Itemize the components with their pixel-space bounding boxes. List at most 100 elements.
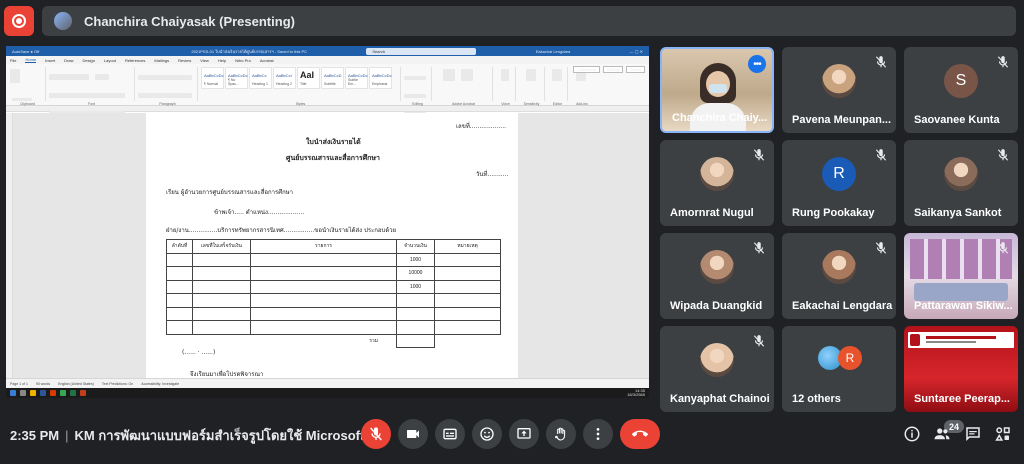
word-tab: Review	[178, 57, 192, 63]
present-icon	[517, 428, 531, 439]
participant-name: Eakachai Lengdara	[792, 300, 893, 312]
windows-start-icon	[10, 390, 16, 396]
participant-name: Saikanya Sankot	[914, 207, 1002, 219]
emoji-icon	[480, 427, 494, 441]
participant-tile[interactable]: Kanyaphat Chainoi	[660, 326, 774, 412]
word-style-item: AaBbCcI Heading 2	[273, 67, 296, 89]
doc-sender: ข้าพเจ้า..... ตำแหน่ง...................	[214, 209, 305, 216]
word-document-area: เลขที่................... ใบนำส่งเงินราย…	[6, 113, 649, 388]
participant-tile[interactable]: Amornrat Nugul	[660, 140, 774, 226]
participant-tile[interactable]: Pattarawan Sikiw...	[904, 233, 1018, 319]
taskbar-chrome-icon	[60, 390, 66, 396]
chat-icon[interactable]	[964, 425, 982, 443]
word-tab: Nitro Pro	[235, 57, 251, 63]
doc-number: เลขที่...................	[456, 123, 507, 130]
presenter-bar: Chanchira Chaiyasak (Presenting)	[42, 6, 1016, 36]
word-status-item: English (United States)	[58, 381, 94, 386]
captions-button[interactable]	[435, 419, 465, 449]
word-ribbon: Clipboard Font Paragraph AaBbCcDc ¶ Norma…	[6, 64, 649, 116]
word-statusbar: Page 1 of 1 90 words English (United State…	[6, 378, 649, 388]
participant-name: Rung Pookakay	[792, 207, 875, 219]
camera-toggle-button[interactable]	[398, 419, 428, 449]
activities-icon[interactable]	[994, 425, 1012, 443]
word-style-item: AaBbCcD Subtitle	[321, 67, 344, 89]
participant-tile[interactable]: R Rung Pookakay	[782, 140, 896, 226]
shared-screen: AutoSave ● Off 2021PSS-01 ใบนำส่งเงินราย…	[6, 46, 649, 398]
word-share-button: Share	[626, 66, 645, 73]
ribbon-group-editing: Editing	[404, 67, 432, 116]
presenter-name: Chanchira Chaiyasak (Presenting)	[84, 13, 295, 29]
participant-tile[interactable]: Saikanya Sankot	[904, 140, 1018, 226]
ribbon-group-styles: AaBbCcDc ¶ Normal AaBbCcDc ¶ No Spac... AaBb…	[201, 67, 401, 106]
participant-avatar	[822, 250, 856, 284]
table-row: 10000	[166, 266, 501, 281]
meeting-title: KM การพัฒนาแบบฟอร์มสำเร็จรูปโดยใช้ Micro…	[74, 428, 379, 443]
doc-addressee: เรียน ผู้อำนวยการศูนย์บรรณสารและสื่อการศ…	[166, 189, 294, 196]
doc-department: ฝ่าย/งาน...............บริการทรัพยากรสาร…	[166, 227, 397, 234]
word-titlebar: AutoSave ● Off 2021PSS-01 ใบนำส่งเงินราย…	[6, 46, 649, 56]
doc-title: ใบนำส่งเงินรายได้	[306, 138, 361, 146]
document-page: เลขที่................... ใบนำส่งเงินราย…	[146, 113, 518, 388]
participant-tile[interactable]: ••• Chanchira Chaiy...	[660, 47, 774, 133]
participant-tile[interactable]: Wipada Duangkid	[660, 233, 774, 319]
bottom-bar: 2:35 PM | KM การพัฒนาแบบฟอร์มสำเร็จรูปโดยใ…	[0, 408, 1024, 464]
meeting-clock: 2:35 PM	[10, 428, 60, 443]
participant-avatar	[700, 157, 734, 191]
word-status-item: 90 words	[35, 381, 51, 386]
raise-hand-button[interactable]	[546, 419, 576, 449]
record-icon	[12, 14, 26, 28]
more-vert-icon	[596, 428, 600, 440]
taskbar-search-icon	[20, 390, 26, 396]
word-search-box: Search	[366, 47, 477, 55]
people-icon[interactable]	[933, 425, 951, 443]
participant-name: Pattarawan Sikiw...	[914, 300, 1013, 312]
word-ribbon-tabs: File Home Insert Draw Design Layout References…	[6, 56, 649, 64]
table-row: 1000	[166, 252, 501, 267]
participant-tile[interactable]: S Saovanee Kunta	[904, 47, 1018, 133]
word-style-item: AaI Title	[297, 67, 320, 89]
ribbon-group-acrobat: Adobe Acrobat	[435, 67, 493, 106]
word-comments-button: Comments	[572, 66, 601, 73]
taskbar-clock: 14:35 18/3/2565	[627, 388, 645, 397]
word-tab: Insert	[45, 57, 56, 63]
mic-off-icon	[875, 242, 887, 254]
word-status-item: Text Predictions: On	[101, 381, 134, 386]
word-status-item: Page 1 of 1	[10, 381, 28, 386]
participant-name: Kanyaphat Chainoi	[670, 393, 770, 405]
mic-off-icon	[753, 242, 765, 254]
table-row	[166, 306, 501, 321]
participant-avatar: S	[944, 64, 978, 98]
mic-off-icon	[753, 149, 765, 161]
table-row	[166, 293, 501, 308]
more-options-icon[interactable]: •••	[748, 55, 766, 73]
participant-tile[interactable]: R 12 others	[782, 326, 896, 412]
participant-name: Amornrat Nugul	[670, 207, 754, 219]
participant-name: Saovanee Kunta	[914, 114, 1000, 126]
presenter-avatar	[54, 12, 72, 30]
hangup-icon	[631, 430, 649, 437]
meeting-details-icon[interactable]	[903, 425, 921, 443]
mic-off-icon	[753, 335, 765, 347]
present-screen-button[interactable]	[509, 419, 539, 449]
participant-video	[908, 332, 1014, 348]
word-tab: View	[200, 57, 209, 63]
participant-tile[interactable]: Pavena Meunpan...	[782, 47, 896, 133]
leave-call-button[interactable]	[620, 419, 660, 449]
participant-tile[interactable]: Eakachai Lengdara	[782, 233, 896, 319]
participant-tile[interactable]: Suntaree Peerap...	[904, 326, 1018, 412]
recording-indicator[interactable]	[4, 6, 34, 36]
word-tab: Mailings	[154, 57, 170, 63]
mic-off-icon	[370, 427, 382, 441]
camera-icon	[407, 430, 419, 438]
mic-toggle-button[interactable]	[361, 419, 391, 449]
more-options-button[interactable]	[583, 419, 613, 449]
ribbon-group-clipboard: Clipboard	[10, 67, 46, 106]
ribbon-group-voice: Voice	[496, 67, 516, 106]
participant-name: 12 others	[792, 393, 841, 405]
participant-avatar: R	[822, 157, 856, 191]
reactions-button[interactable]	[472, 419, 502, 449]
table-row	[166, 320, 501, 335]
table-row: 1000	[166, 279, 501, 294]
participant-avatar	[822, 64, 856, 98]
word-style-item: AaBbCcDc Subtle Em...	[345, 67, 368, 89]
